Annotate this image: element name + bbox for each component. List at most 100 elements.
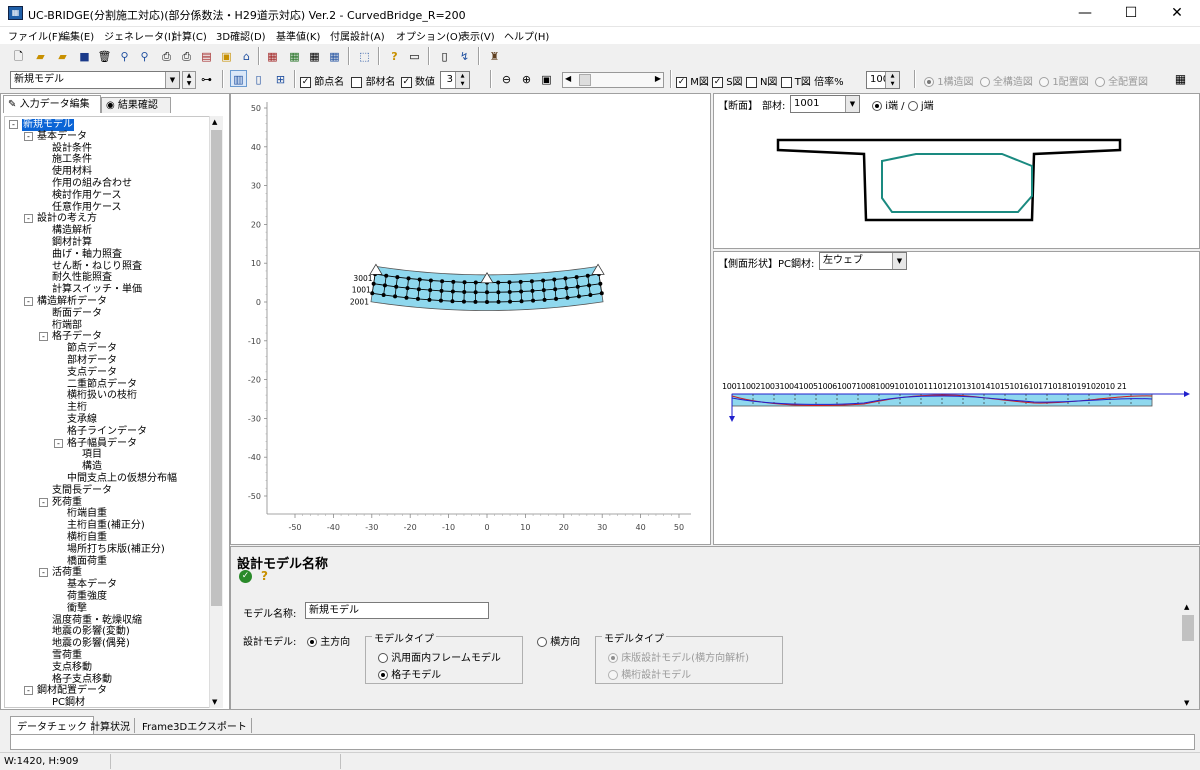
save-icon[interactable]: ■ [76,47,93,64]
tree-item[interactable]: 検討作用ケース [52,190,122,202]
tree-item[interactable]: 設計条件 [52,143,92,155]
about-icon[interactable]: ▭ [406,47,423,64]
member-select[interactable]: 1001 ▼ [790,95,860,113]
tree-item[interactable]: 基本データ [37,131,87,143]
menu-attached[interactable]: 付属設計(A) [330,28,385,43]
menu-file[interactable]: ファイル(F) [8,28,62,43]
view1-radio[interactable] [924,77,934,87]
view3-radio[interactable] [1039,77,1050,87]
tree-item[interactable]: 基本データ [67,579,117,591]
tree-item[interactable]: 耐久性能照査 [52,272,112,284]
trans-direction-radio[interactable] [537,637,547,647]
tree-toggle-icon[interactable]: - [24,131,33,141]
tree-item[interactable]: 断面データ [52,308,102,320]
tree-item[interactable]: 曲げ・軸力照査 [52,249,122,261]
scroll-down-icon[interactable]: ▼ [1184,699,1189,707]
tree-item[interactable]: 橋面荷重 [67,556,107,568]
report-icon[interactable]: ▣ [218,47,235,64]
tree-item[interactable]: 支間長データ [52,485,112,497]
fit-view-icon[interactable]: ▣ [538,70,555,87]
delete-icon[interactable]: 🗑 [96,47,113,64]
t-diagram-checkbox[interactable] [780,76,792,88]
tree-icon[interactable]: ⊶ [198,70,215,87]
tree-item[interactable]: 格子支点移動 [52,674,112,686]
scroll-right-icon[interactable]: ▶ [655,74,661,83]
view2-radio[interactable] [979,77,990,87]
tree-toggle-icon[interactable]: - [39,568,48,578]
model-name-input[interactable]: 新規モデル [305,602,489,619]
frame-model-radio[interactable] [378,653,388,663]
cross-model-radio[interactable] [608,670,618,680]
node-name-checkbox[interactable]: ✓ [300,76,311,88]
tree-toggle-icon[interactable]: - [24,214,33,224]
table-grid-icon[interactable]: ▦ [1172,70,1189,87]
tree-item[interactable]: 構造解析データ [37,296,107,308]
table-icon[interactable]: ▦ [306,47,323,64]
tree-item[interactable]: 地震の影響(偶発) [52,638,130,650]
chart2-icon[interactable]: ▦ [286,47,303,64]
tree-item[interactable]: 場所打ち床版(補正分) [67,544,165,556]
tree-item[interactable]: 衝撃 [67,603,87,615]
view4-radio[interactable] [1094,77,1105,87]
tree-toggle-icon[interactable]: - [39,332,48,342]
tree-item[interactable]: 活荷重 [52,567,82,579]
open-sample-icon[interactable]: ▰ [54,47,71,64]
menu-3d[interactable]: 3D確認(D) [216,28,266,43]
new-file-icon[interactable]: 🗋 [10,47,27,64]
scroll-thumb[interactable] [579,74,591,86]
props-scrollbar[interactable]: ▲ ▼ [1181,603,1195,707]
tree-item[interactable]: 任意作用ケース [52,202,122,214]
menu-help[interactable]: ヘルプ(H) [504,28,549,43]
tree-item[interactable]: 節点データ [67,343,117,355]
tree-item[interactable]: 鋼材配置データ [37,685,107,697]
print-all-icon[interactable]: ⎙ [178,47,195,64]
tree-item[interactable]: 格子データ [52,331,102,343]
tree-item[interactable]: 中間支点上の仮想分布幅 [67,473,177,485]
tree-item[interactable]: 作用の組み合わせ [52,178,132,190]
tree-item[interactable]: 格子ラインデータ [67,426,147,438]
zoom-in-icon[interactable]: ⊕ [518,70,535,87]
tree-item[interactable]: 支点移動 [52,662,92,674]
tree-item[interactable]: 横桁自重 [67,532,107,544]
plan-view[interactable]: 50 40 30 20 10 0 -10 -20 -30 -40 -50 -50 -40 -30 -20 -1… [230,93,711,545]
tree-item[interactable]: 支承線 [67,414,97,426]
menu-view[interactable]: 表示(V) [460,28,495,43]
tree-item[interactable]: 鋼材計算 [52,237,92,249]
tree-item[interactable]: 計算スイッチ・単価 [52,284,142,296]
scroll-left-icon[interactable]: ◀ [565,74,571,83]
tree-item[interactable]: 横桁扱いの枝桁 [67,390,137,402]
tree-item[interactable]: せん断・ねじり照査 [52,261,142,273]
scroll-thumb[interactable] [1182,615,1194,641]
i-end-radio[interactable] [872,101,882,111]
scroll-thumb[interactable] [211,130,222,606]
scale-input[interactable]: 100 ▲ ▼ [866,71,900,89]
grid-icon[interactable]: ▦ [326,47,343,64]
j-end-radio[interactable] [907,101,918,111]
support-icon[interactable]: ♜ [486,47,503,64]
tab-data-check[interactable]: データチェック [10,716,94,734]
info-icon[interactable]: ▯ [436,47,453,64]
tree-item[interactable]: 新規モデル [22,119,74,131]
pc-select[interactable]: 左ウェブ ▼ [819,252,907,270]
tree-toggle-icon[interactable]: - [54,438,63,448]
tree-item[interactable]: 桁端部 [52,320,82,332]
tab-frame3d-export[interactable]: Frame3Dエクスポート [138,718,252,733]
open-folder-icon[interactable]: ▰ [32,47,49,64]
tree-item[interactable]: 荷重強度 [67,591,107,603]
member-name-checkbox[interactable] [351,76,363,88]
model-icon[interactable]: ⌂ [238,47,255,64]
tree-item[interactable]: 支点データ [67,367,117,379]
n-diagram-checkbox[interactable] [745,76,757,88]
tab-result[interactable]: ◉ 結果確認 [101,97,171,113]
tree-item[interactable]: 使用材料 [52,166,92,178]
tree-item[interactable]: 施工条件 [52,154,92,166]
tree-toggle-icon[interactable]: - [24,297,33,306]
menu-calc[interactable]: 計算(C) [172,28,207,43]
tree-item[interactable]: 構造解析 [52,225,92,237]
tree-item[interactable]: 雪荷重 [52,650,82,662]
tree-item[interactable]: 項目 [82,449,102,461]
model-spinner[interactable]: ▲ ▼ [182,71,196,89]
tree-item[interactable]: 部材データ [67,355,117,367]
layout3-icon[interactable]: ⊞ [272,70,289,87]
tree-toggle-icon[interactable]: - [24,686,33,696]
